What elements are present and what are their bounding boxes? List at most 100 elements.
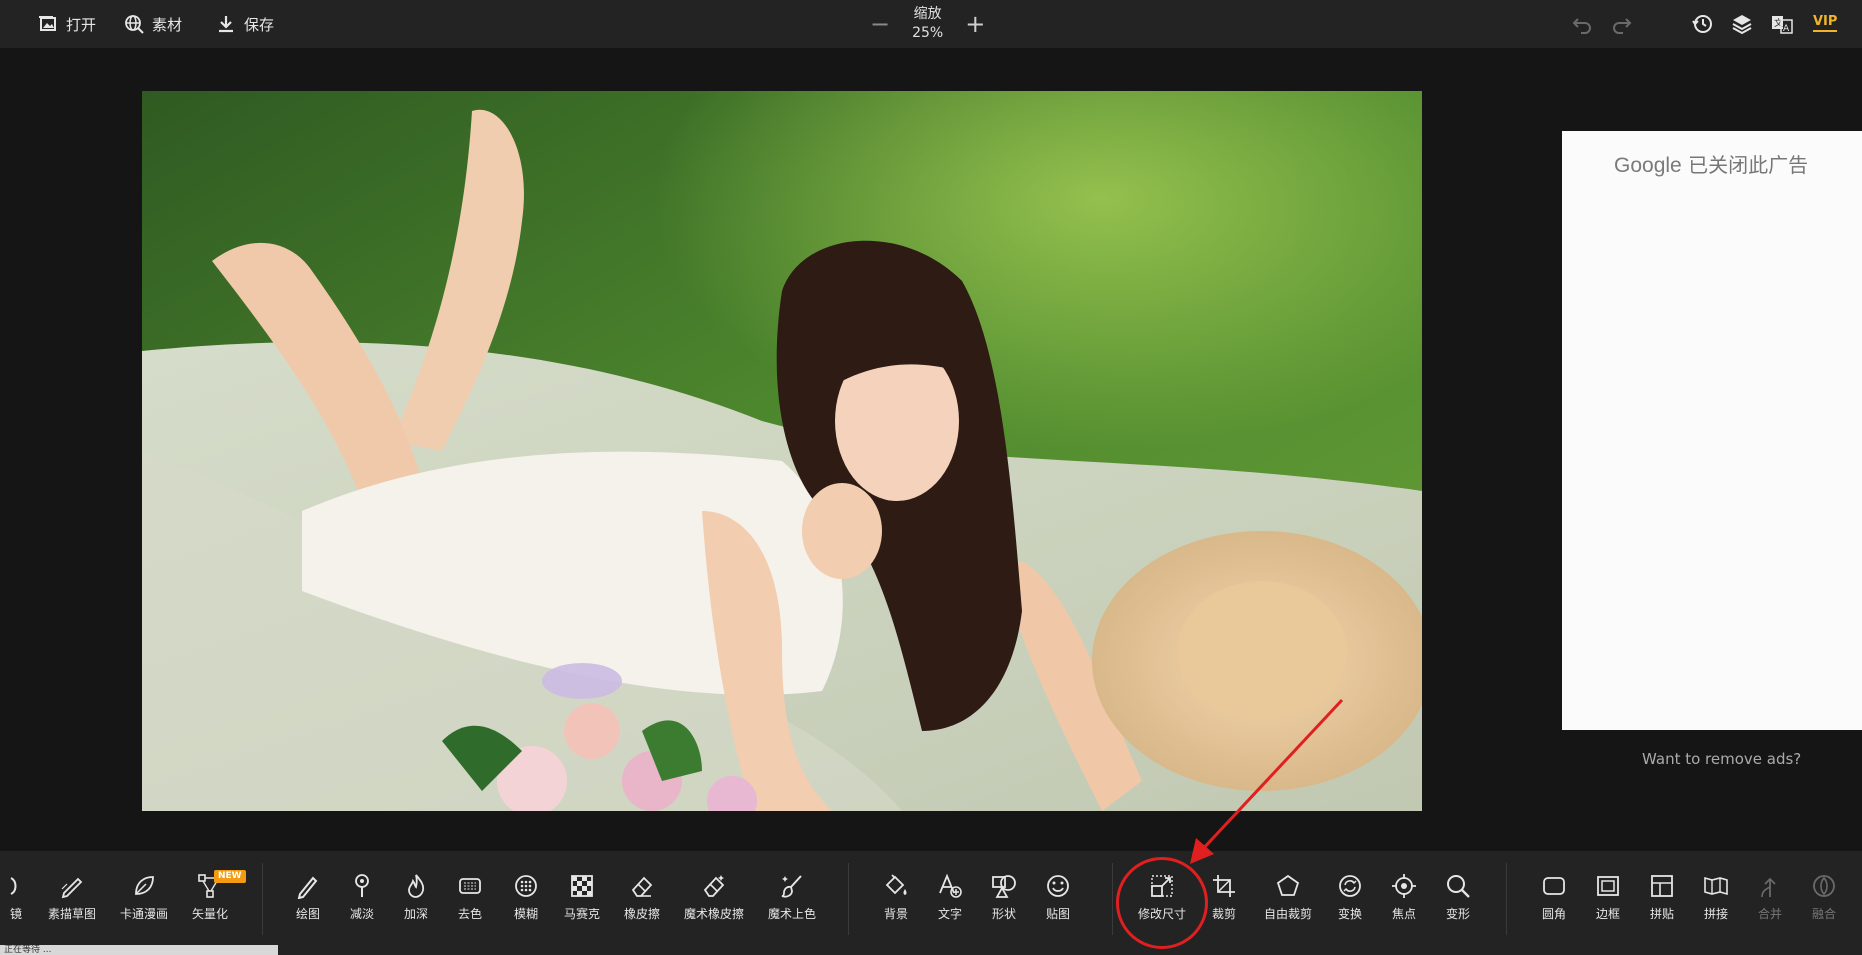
tool-focus[interactable]: 焦点	[1391, 873, 1417, 922]
tool-crop[interactable]: 裁剪	[1211, 873, 1237, 922]
tool-burn[interactable]: 加深	[403, 873, 429, 922]
tool-desaturate[interactable]: 去色	[457, 873, 483, 922]
tool-eraser[interactable]: 橡皮擦	[624, 873, 660, 922]
magic-eraser-icon	[703, 875, 725, 897]
blend-icon	[1813, 875, 1835, 897]
svg-text:A: A	[1783, 24, 1790, 34]
globe-search-icon	[125, 15, 144, 34]
tool-label: 橡皮擦	[623, 907, 661, 921]
tool-label: 合并	[1757, 907, 1782, 921]
tool-label: 形状	[991, 907, 1016, 921]
tool-label: 减淡	[349, 907, 374, 921]
ad-panel: Google 已关闭此广告	[1562, 131, 1862, 730]
tool-label: 马赛克	[563, 907, 601, 921]
open-button[interactable]: 打开	[38, 0, 96, 48]
tool-warp[interactable]: 变形	[1445, 873, 1471, 922]
translate-icon: 文A	[1772, 16, 1793, 34]
tool-draw[interactable]: 绘图	[295, 873, 321, 922]
tool-label: 变形	[1445, 907, 1470, 921]
tool-label: 拼接	[1703, 907, 1728, 921]
save-button[interactable]: 保存	[216, 0, 274, 48]
tool-label: 加深	[403, 907, 428, 921]
zoom-in-button[interactable]: +	[965, 12, 985, 36]
tool-shape[interactable]: 形状	[991, 873, 1017, 922]
crop-icon	[1213, 875, 1235, 897]
tool-magic-colorize[interactable]: 魔术上色	[768, 873, 816, 922]
tool-label: 文字	[937, 907, 962, 921]
divider	[262, 863, 263, 935]
tool-label: 拼贴	[1649, 907, 1674, 921]
tool-label: 圆角	[1541, 907, 1566, 921]
undo-button[interactable]	[1570, 12, 1594, 36]
tool-background[interactable]: 背景	[883, 873, 909, 922]
top-toolbar: 打开 素材 保存 − 缩放 25% + 文A VIP	[0, 0, 1862, 48]
tool-label: 背景	[883, 907, 908, 921]
brush-icon	[781, 875, 802, 898]
tool-label: 裁剪	[1211, 907, 1236, 921]
redo-icon	[1613, 18, 1632, 34]
divider	[848, 863, 849, 935]
ad-brand: Google	[1614, 154, 1682, 177]
layers-icon	[1732, 15, 1752, 35]
save-label: 保存	[244, 15, 275, 34]
merge-icon	[1761, 877, 1776, 898]
tool-sticker[interactable]: 贴图	[1045, 873, 1071, 922]
paint-bucket-icon	[885, 874, 907, 895]
tool-blend[interactable]: 融合	[1811, 873, 1837, 922]
tool-rounded-corners[interactable]: 圆角	[1541, 873, 1567, 922]
pencil-sketch-icon	[61, 877, 83, 899]
tool-label: 矢量化	[191, 907, 229, 921]
tool-mosaic[interactable]: 马赛克	[564, 873, 600, 922]
stitch-icon	[1704, 876, 1728, 896]
crosshair-icon	[1392, 874, 1416, 898]
smiley-icon	[1047, 875, 1069, 897]
tool-mirror[interactable]: 镜	[3, 873, 29, 922]
pen-icon	[297, 876, 318, 899]
divider	[1112, 863, 1113, 935]
divider	[1506, 863, 1507, 935]
mirror-icon	[10, 877, 17, 895]
tool-sketch[interactable]: 素描草图	[48, 873, 96, 922]
material-button[interactable]: 素材	[124, 0, 182, 48]
tool-dodge[interactable]: 减淡	[349, 873, 375, 922]
material-label: 素材	[152, 15, 183, 34]
shapes-icon	[992, 875, 1016, 898]
tool-border[interactable]: 边框	[1595, 873, 1621, 922]
edited-photo[interactable]	[142, 91, 1422, 811]
photo-content	[142, 91, 1422, 811]
tool-text[interactable]: 文字	[937, 873, 963, 922]
leaf-icon	[135, 876, 154, 895]
history-button[interactable]	[1690, 12, 1714, 36]
film-icon	[459, 878, 481, 894]
dodge-icon	[355, 874, 369, 897]
language-button[interactable]: 文A	[1770, 12, 1794, 36]
tool-blur[interactable]: 模糊	[513, 873, 539, 922]
tool-label: 融合	[1811, 907, 1836, 921]
tool-label: 自由裁剪	[1263, 907, 1313, 921]
tool-label: 素描草图	[47, 907, 97, 921]
tool-free-crop[interactable]: 自由裁剪	[1264, 873, 1312, 922]
tool-label: 魔术上色	[767, 907, 817, 921]
ad-closed-title: Google 已关闭此广告	[1614, 149, 1808, 178]
tool-label: 模糊	[513, 907, 538, 921]
zoom-control: − 缩放 25% +	[870, 0, 985, 48]
tool-label: 变换	[1337, 907, 1362, 921]
tool-label: 去色	[457, 907, 482, 921]
ad-closed-text: 已关闭此广告	[1688, 153, 1809, 177]
mosaic-icon	[571, 875, 593, 897]
tool-collage[interactable]: 拼贴	[1649, 873, 1675, 922]
layers-button[interactable]	[1730, 12, 1754, 36]
tool-transform[interactable]: 变换	[1337, 873, 1363, 922]
vip-button[interactable]: VIP	[1813, 14, 1838, 32]
tool-merge[interactable]: 合并	[1757, 873, 1783, 922]
zoom-out-button[interactable]: −	[870, 12, 890, 36]
tool-label: 魔术橡皮擦	[683, 907, 745, 921]
tool-magic-eraser[interactable]: 魔术橡皮擦	[684, 873, 744, 922]
redo-button[interactable]	[1610, 12, 1634, 36]
tool-cartoon[interactable]: 卡通漫画	[120, 873, 168, 922]
border-icon	[1597, 876, 1619, 896]
tool-stitch[interactable]: 拼接	[1703, 873, 1729, 922]
remove-ads-link[interactable]: Want to remove ads?	[1642, 750, 1801, 768]
tool-label: 绘图	[295, 907, 320, 921]
new-badge: NEW	[214, 870, 246, 883]
